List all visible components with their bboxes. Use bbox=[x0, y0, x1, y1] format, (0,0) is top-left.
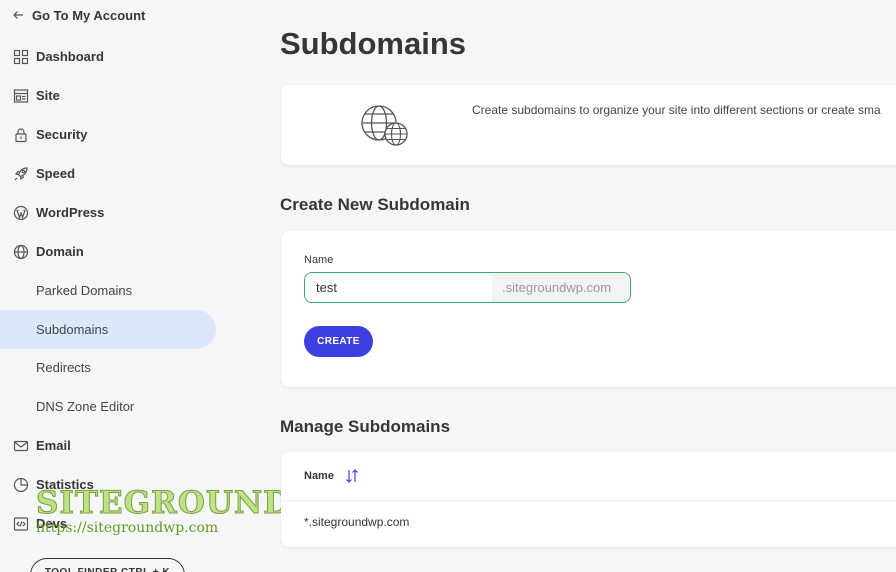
sidebar-item-label: Email bbox=[36, 438, 71, 453]
sidebar-item-label: Security bbox=[36, 127, 88, 142]
create-section-title: Create New Subdomain bbox=[280, 195, 470, 214]
rocket-icon bbox=[13, 166, 29, 182]
sidebar-item-speed[interactable]: Speed bbox=[0, 154, 75, 193]
intro-description: Create subdomains to organize your site … bbox=[472, 103, 881, 117]
sidebar-subitem-dns-zone-editor[interactable]: DNS Zone Editor bbox=[0, 387, 134, 426]
sidebar-subitem-subdomains[interactable]: Subdomains bbox=[0, 310, 216, 349]
column-header-label: Name bbox=[304, 470, 334, 482]
subdomain-name-input[interactable] bbox=[305, 273, 492, 302]
sidebar-item-domain[interactable]: Domain bbox=[0, 232, 84, 271]
sidebar-item-wordpress[interactable]: WordPress bbox=[0, 193, 104, 232]
sort-icon[interactable] bbox=[344, 468, 360, 484]
lock-icon bbox=[13, 127, 29, 143]
sidebar-item-label: Site bbox=[36, 88, 60, 103]
sidebar-item-label: Dashboard bbox=[36, 49, 104, 64]
statistics-icon bbox=[13, 477, 29, 493]
manage-section-title: Manage Subdomains bbox=[280, 417, 451, 436]
dashboard-icon bbox=[13, 49, 29, 65]
create-button[interactable]: CREATE bbox=[304, 326, 373, 357]
go-to-account-label: Go To My Account bbox=[32, 7, 146, 23]
subdomain-name-field: .sitegroundwp.com bbox=[304, 272, 631, 303]
name-column-header[interactable]: Name bbox=[304, 468, 360, 484]
sidebar-subitem-label: Parked Domains bbox=[36, 283, 133, 298]
go-to-account-link[interactable]: Go To My Account bbox=[12, 5, 145, 25]
wordpress-icon bbox=[13, 205, 29, 221]
email-icon bbox=[13, 438, 29, 454]
sidebar-item-site[interactable]: Site bbox=[0, 76, 60, 115]
sidebar-subitem-redirects[interactable]: Redirects bbox=[0, 348, 91, 387]
tool-finder-button[interactable]: TOOL FINDER CTRL + K bbox=[30, 558, 185, 572]
code-icon bbox=[13, 516, 29, 532]
sidebar-subitem-label: Subdomains bbox=[36, 322, 109, 337]
manage-subdomains-card: Name *.sitegroundwp.com bbox=[281, 452, 896, 547]
intro-card: Create subdomains to organize your site … bbox=[281, 85, 896, 165]
site-icon bbox=[13, 88, 29, 104]
name-label: Name bbox=[304, 254, 334, 266]
watermark-url: https://sitegroundwp.com bbox=[36, 520, 219, 536]
sidebar-item-security[interactable]: Security bbox=[0, 115, 87, 154]
page-title: Subdomains bbox=[280, 26, 467, 61]
sidebar-item-dashboard[interactable]: Dashboard bbox=[0, 37, 104, 76]
sidebar-item-label: WordPress bbox=[36, 205, 105, 220]
sidebar-subitem-label: Redirects bbox=[36, 360, 91, 375]
arrow-left-icon bbox=[13, 11, 23, 19]
sidebar-subitem-label: DNS Zone Editor bbox=[36, 399, 135, 414]
sidebar-item-label: Speed bbox=[36, 166, 76, 181]
table-divider bbox=[281, 500, 896, 501]
sidebar-subitem-parked-domains[interactable]: Parked Domains bbox=[0, 271, 132, 310]
globe-illustration-icon bbox=[361, 105, 408, 146]
globe-icon bbox=[13, 244, 29, 260]
table-row: *.sitegroundwp.com bbox=[304, 515, 410, 529]
sidebar-item-label: Domain bbox=[36, 244, 84, 259]
sidebar-item-email[interactable]: Email bbox=[0, 426, 71, 465]
domain-suffix: .sitegroundwp.com bbox=[492, 273, 630, 302]
create-subdomain-card: Name .sitegroundwp.com CREATE bbox=[281, 231, 896, 387]
